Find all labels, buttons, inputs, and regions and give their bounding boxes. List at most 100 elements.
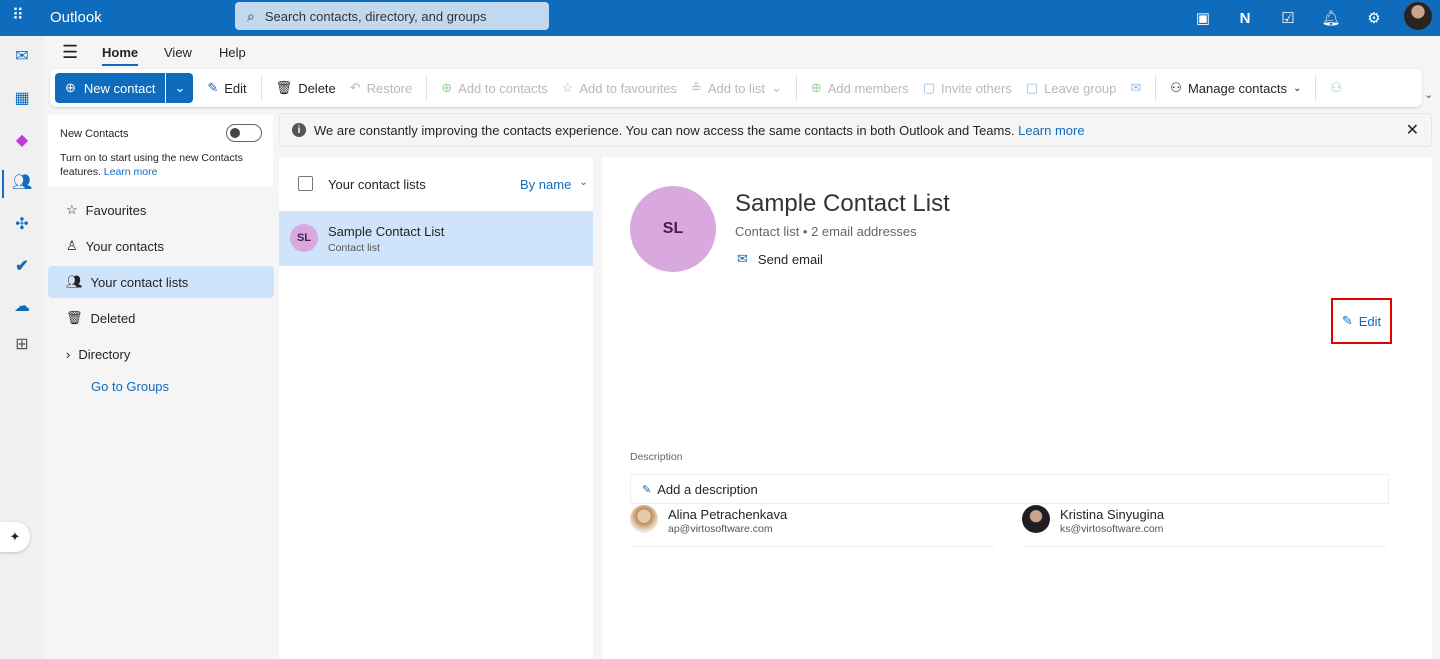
banner-learn-more-link[interactable]: Learn more <box>1018 123 1084 138</box>
trash-icon: 🗑︎ <box>275 80 293 95</box>
edit-members-button[interactable]: ✎ Edit <box>1331 298 1392 344</box>
add-person-icon: ⊕ <box>65 80 76 95</box>
description-placeholder: Add a description <box>657 481 758 497</box>
sort-by-name-button[interactable]: By name ⌄ <box>520 177 588 192</box>
restore-label: Restore <box>366 80 413 96</box>
sidebar-item-label: Deleted <box>90 310 136 326</box>
groups-icon[interactable]: ✣ <box>10 212 34 236</box>
chat-icon[interactable]: ▣ <box>1191 6 1215 30</box>
list-item[interactable]: SL Sample Contact List Contact list <box>279 211 593 266</box>
leave-group-label: Leave group <box>1044 80 1117 96</box>
sidebar-item-deleted[interactable]: 🗑︎ Deleted <box>48 302 274 334</box>
divider <box>260 75 262 101</box>
add-to-favourites-button[interactable]: ☆ Add to favourites <box>562 70 677 106</box>
app-name[interactable]: Outlook <box>50 9 102 26</box>
avatar[interactable] <box>1404 2 1432 30</box>
leave-icon: ▢ <box>1025 80 1039 95</box>
banner-text: We are constantly improving the contacts… <box>314 123 1085 138</box>
add-to-contacts-button[interactable]: ⊕ Add to contacts <box>441 70 548 106</box>
add-to-contacts-label: Add to contacts <box>458 80 548 96</box>
onenote-icon[interactable]: N <box>1233 6 1257 30</box>
more-apps-icon[interactable]: ⊞ <box>10 332 34 356</box>
detail-subtitle: Contact list • 2 email addresses <box>735 224 917 239</box>
copilot-icon[interactable]: ◆ <box>10 128 34 152</box>
pencil-icon: ✎ <box>207 80 219 95</box>
calendar-icon[interactable]: ▦ <box>10 86 34 110</box>
close-icon[interactable]: ✕ <box>1406 120 1419 140</box>
divider <box>1315 75 1317 101</box>
todo-check-icon[interactable]: ✔ <box>10 254 34 278</box>
onedrive-icon[interactable]: ☁ <box>10 294 34 318</box>
member-avatar <box>1022 505 1050 533</box>
member-email: ks@virtosoftware.com <box>1060 523 1164 535</box>
sidebar-item-directory[interactable]: › Directory <box>48 338 274 370</box>
new-contacts-toggle[interactable] <box>226 124 262 142</box>
star-add-icon: ☆ <box>561 80 574 95</box>
select-all-checkbox[interactable] <box>298 176 313 191</box>
edit-button[interactable]: ✎ Edit <box>207 70 246 106</box>
delete-label: Delete <box>298 80 336 96</box>
sidebar-item-label: Favourites <box>85 202 147 218</box>
search-input[interactable]: Search contacts, directory, and groups <box>265 9 487 24</box>
people-settings-icon: ⚇ <box>1170 80 1182 95</box>
new-contact-label: New contact <box>83 80 156 96</box>
top-bar: ⠿ Outlook ⌕ Search contacts, directory, … <box>0 0 1440 36</box>
chevron-down-icon: ⌄ <box>579 177 588 188</box>
waffle-icon[interactable]: ⠿ <box>12 8 30 26</box>
member-item[interactable]: Kristina Sinyugina ks@virtosoftware.com <box>1022 503 1387 547</box>
new-contact-button[interactable]: ⊕ New contact ⌄ <box>55 73 194 103</box>
manage-contacts-button[interactable]: ⚇ Manage contacts ⌄ <box>1170 70 1301 106</box>
sidebar-item-your-contact-lists[interactable]: 👥︎ Your contact lists <box>48 266 274 298</box>
people-icon[interactable]: 👥︎ <box>10 170 34 194</box>
mail-bell-icon: ✉ <box>1130 80 1142 95</box>
banner-message: We are constantly improving the contacts… <box>314 122 1015 138</box>
sidebar-item-your-contacts[interactable]: ♙ Your contacts <box>48 230 274 262</box>
edit-label: Edit <box>224 80 247 96</box>
todo-icon[interactable]: ☑ <box>1276 6 1300 30</box>
contact-list-avatar: SL <box>630 186 716 272</box>
add-members-button[interactable]: ⊕ Add members <box>811 70 909 106</box>
search-box[interactable]: ⌕ Search contacts, directory, and groups <box>235 2 549 30</box>
tab-home-underline <box>102 64 138 66</box>
active-indicator <box>2 170 4 198</box>
remove-members-button[interactable]: ⚇ <box>1330 70 1342 106</box>
list-item-avatar: SL <box>290 224 318 252</box>
add-to-list-button[interactable]: ≗ Add to list ⌄ <box>691 70 782 106</box>
bell-icon[interactable]: 🔔︎ <box>1319 6 1343 30</box>
description-field[interactable]: ✎ Add a description <box>630 474 1389 504</box>
restore-button[interactable]: ↶ Restore <box>350 70 412 106</box>
delete-button[interactable]: 🗑︎ Delete <box>276 70 336 106</box>
group-mail-button[interactable]: ✉ <box>1130 70 1141 106</box>
people-list-icon: 👥︎ <box>66 274 83 289</box>
pencil-icon: ✎ <box>1341 313 1353 328</box>
leave-group-button[interactable]: ▢ Leave group <box>1026 70 1117 106</box>
tab-view[interactable]: View <box>164 45 192 60</box>
pencil-icon: ✎ <box>642 483 652 496</box>
new-contact-dropdown[interactable]: ⌄ <box>165 73 193 103</box>
divider <box>426 75 428 101</box>
hamburger-icon[interactable]: ☰ <box>62 42 78 63</box>
chevron-right-icon: › <box>66 346 71 362</box>
copilot-sparkle-icon[interactable]: ✦ <box>0 522 30 552</box>
list-item-name: Sample Contact List <box>328 224 445 239</box>
invite-icon: ▢ <box>922 80 935 95</box>
chevron-down-icon: ⌄ <box>1292 82 1302 94</box>
tab-home[interactable]: Home <box>102 45 138 60</box>
member-item[interactable]: Alina Petrachenkava ap@virtosoftware.com <box>630 503 995 547</box>
info-icon: i <box>292 123 306 137</box>
go-to-groups-link[interactable]: Go to Groups <box>91 379 169 394</box>
mail-icon[interactable]: ✉ <box>10 44 34 68</box>
sidebar-item-favourites[interactable]: ☆ Favourites <box>48 194 274 226</box>
invite-others-button[interactable]: ▢ Invite others <box>923 70 1012 106</box>
star-icon: ☆ <box>66 202 78 217</box>
new-contacts-card: New Contacts Turn on to start using the … <box>48 115 273 187</box>
add-person-icon: ⊕ <box>441 80 453 95</box>
send-email-button[interactable]: ✉ Send email <box>737 251 823 267</box>
tab-help[interactable]: Help <box>219 45 246 60</box>
member-name: Alina Petrachenkava <box>668 507 788 522</box>
ribbon-expand-chevron[interactable]: ⌄ <box>1424 88 1433 101</box>
learn-more-link[interactable]: Learn more <box>104 166 158 178</box>
member-avatar <box>630 505 658 533</box>
detail-pane: SL Sample Contact List Contact list • 2 … <box>602 157 1432 659</box>
gear-icon[interactable]: ⚙ <box>1362 6 1386 30</box>
